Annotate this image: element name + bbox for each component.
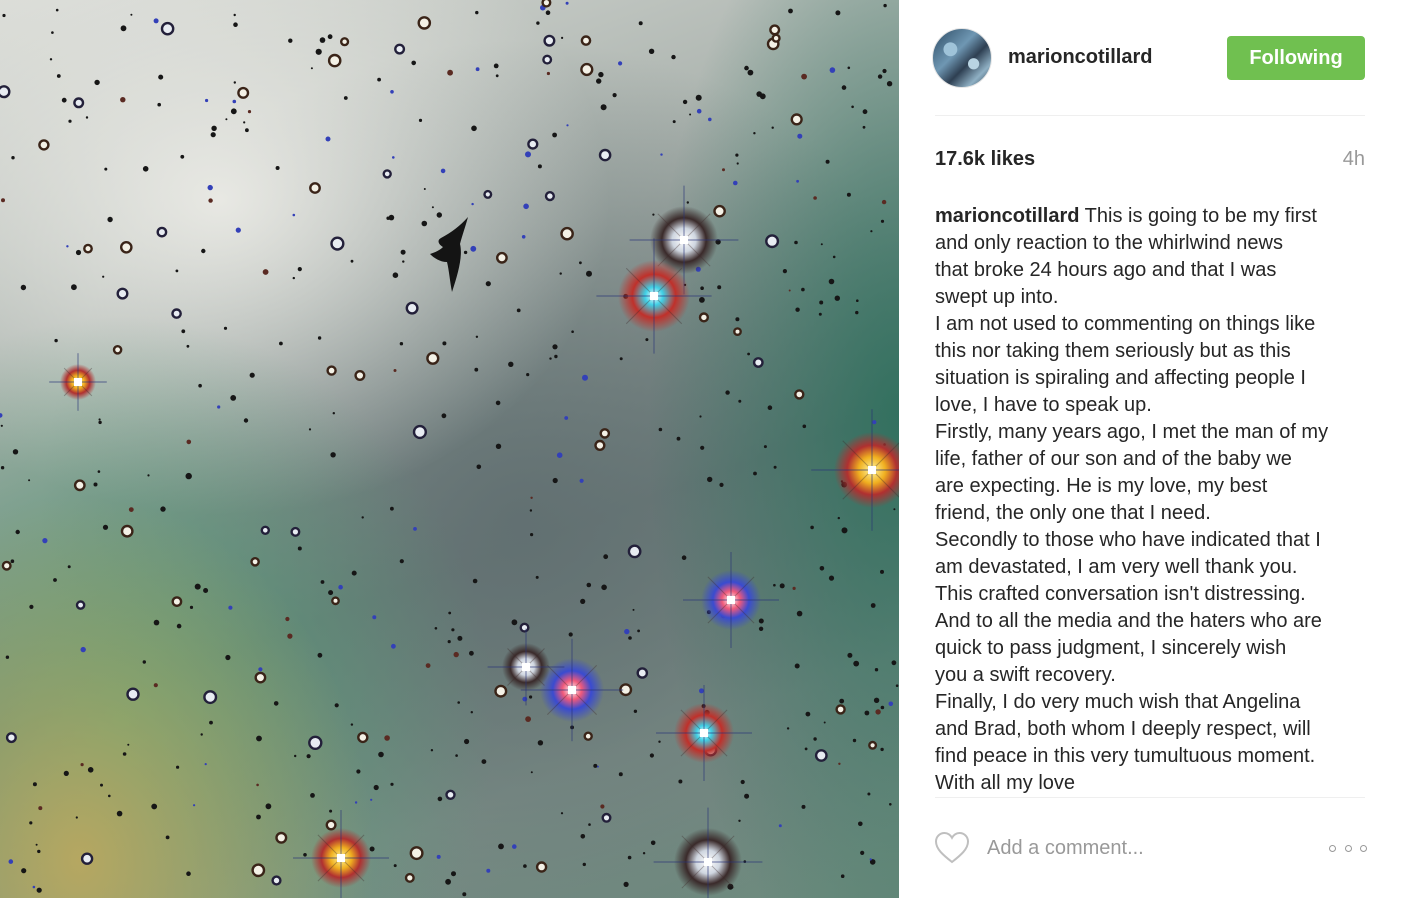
caption-line: and only reaction to the whirlwind news [935, 232, 1283, 254]
divider [935, 797, 1365, 798]
caption-username[interactable]: marioncotillard [935, 205, 1079, 227]
caption-line: am devastated, I am very well thank you. [935, 556, 1298, 578]
caption-line: life, father of our son and of the baby … [935, 448, 1292, 470]
caption-line: this nor taking them seriously but as th… [935, 340, 1291, 362]
dot-icon [1344, 844, 1352, 852]
caption-line: find peace in this very tumultuous momen… [935, 745, 1316, 767]
caption-line: This crafted conversation isn't distress… [935, 583, 1306, 605]
comment-input[interactable] [987, 832, 1307, 864]
avatar[interactable] [932, 28, 992, 88]
caption-line: friend, the only one that I need. [935, 502, 1211, 524]
caption-line: and Brad, both whom I deeply respect, wi… [935, 718, 1311, 740]
bird-silhouette [430, 217, 468, 292]
caption-line: Finally, I do very much wish that Angeli… [935, 691, 1301, 713]
divider [935, 115, 1365, 116]
post-timestamp[interactable]: 4h [1343, 148, 1365, 171]
caption-line: situation is spiraling and affecting peo… [935, 367, 1306, 389]
more-options-icon[interactable] [1329, 838, 1367, 858]
caption-line: love, I have to speak up. [935, 394, 1152, 416]
starfield-image [0, 0, 899, 898]
caption-text: This is going to be my first [1079, 205, 1317, 227]
post-photo[interactable] [0, 0, 899, 898]
caption-line: are expecting. He is my love, my best [935, 475, 1268, 497]
caption-line: that broke 24 hours ago and that I was [935, 259, 1277, 281]
dot-icon [1329, 844, 1336, 852]
caption-line: Secondly to those who have indicated tha… [935, 529, 1321, 551]
following-button[interactable]: Following [1227, 36, 1365, 80]
caption-line: And to all the media and the haters who … [935, 610, 1322, 632]
caption-line: With all my love [935, 772, 1076, 794]
caption-line: I am not used to commenting on things li… [935, 313, 1316, 335]
username-link[interactable]: marioncotillard [1008, 46, 1152, 69]
heart-icon[interactable] [934, 831, 970, 865]
likes-count[interactable]: 17.6k likes [935, 148, 1035, 171]
caption-line: quick to pass judgment, I sincerely wish [935, 637, 1287, 659]
caption-line: you a swift recovery. [935, 664, 1116, 686]
caption-first-line: marioncotillard This is going to be my f… [935, 203, 1375, 230]
post-sidebar: marioncotillard Following 17.6k likes 4h… [899, 0, 1401, 898]
dot-icon [1360, 844, 1367, 852]
caption-line: Firstly, many years ago, I met the man o… [935, 421, 1329, 443]
caption-line: swept up into. [935, 286, 1059, 308]
caption: marioncotillard This is going to be my f… [935, 203, 1375, 797]
